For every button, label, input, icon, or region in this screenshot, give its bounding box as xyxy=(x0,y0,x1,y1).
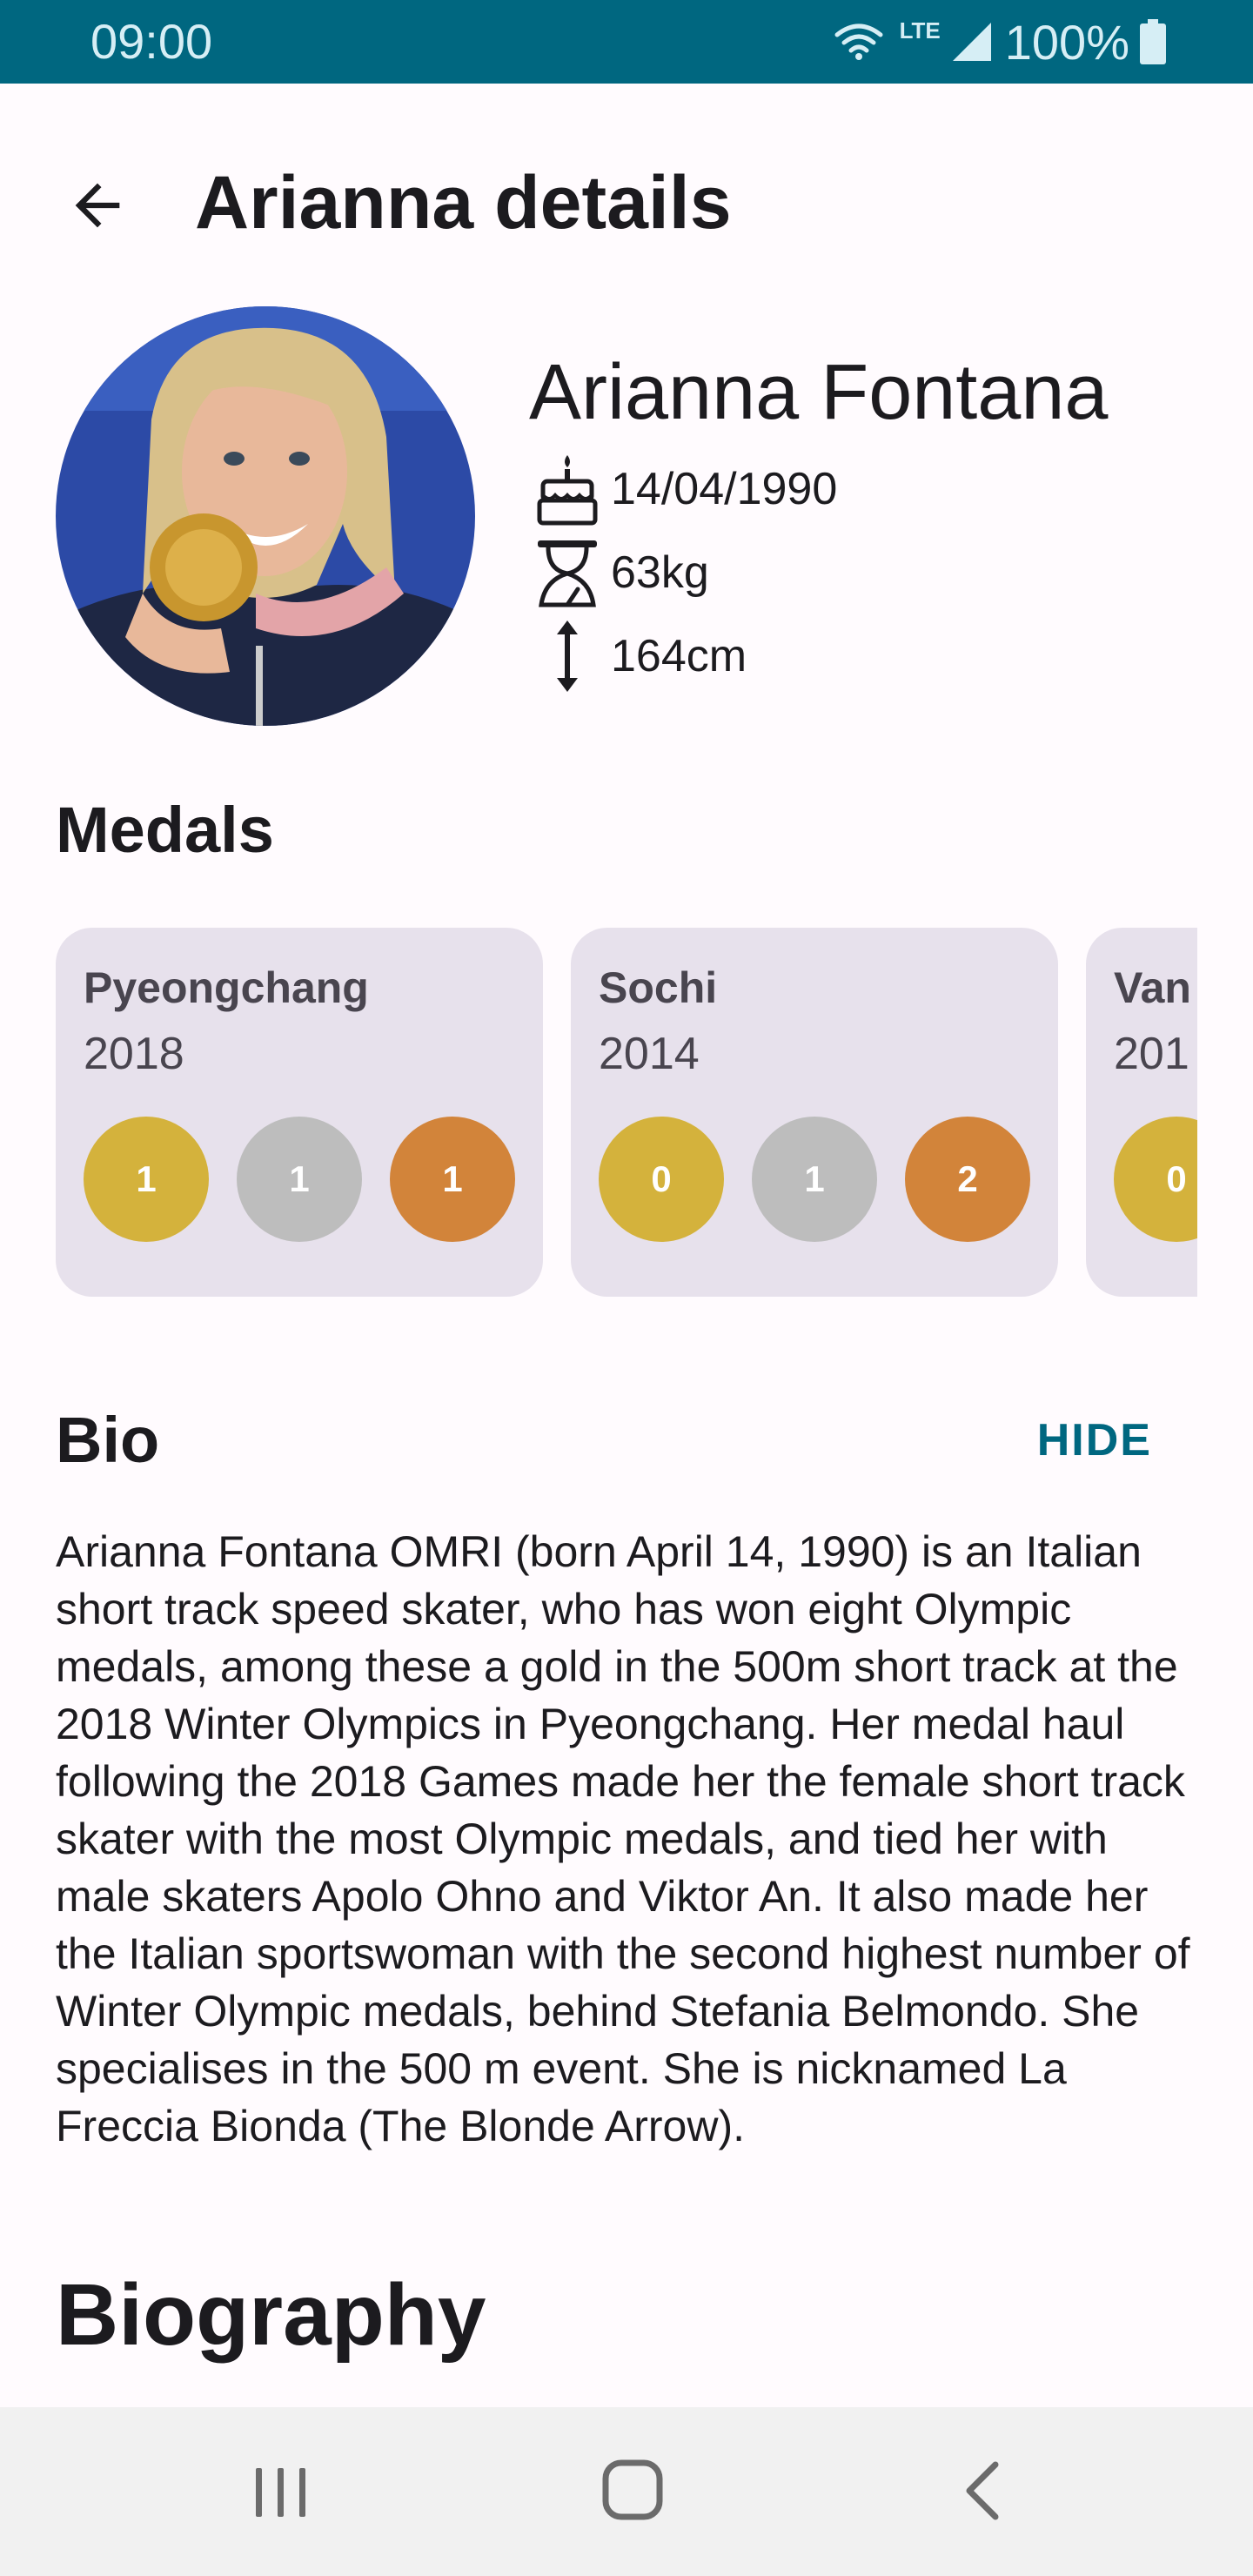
system-navigation-bar xyxy=(0,2407,1253,2576)
top-app-bar: Arianna details xyxy=(0,84,1253,313)
athlete-photo xyxy=(56,306,475,726)
height-row: 164cm xyxy=(533,614,747,698)
wifi-icon xyxy=(834,23,883,60)
network-type: LTE xyxy=(899,17,941,44)
gold-medal-count: 0 xyxy=(1114,1117,1197,1242)
birth-date: 14/04/1990 xyxy=(611,464,838,514)
gold-medal-count: 0 xyxy=(599,1117,724,1242)
medals-heading: Medals xyxy=(56,794,274,866)
arrow-back-icon xyxy=(75,183,120,228)
signal-icon xyxy=(952,23,991,61)
height-value: 164cm xyxy=(611,631,747,681)
games-year: 2014 xyxy=(599,1029,700,1079)
birth-date-row: 14/04/1990 xyxy=(533,447,837,531)
home-icon[interactable] xyxy=(600,2458,667,2524)
medal-card-pyeongchang[interactable]: Pyeongchang 2018 1 1 1 xyxy=(56,928,543,1297)
page-title: Arianna details xyxy=(195,161,732,245)
athlete-avatar xyxy=(56,306,475,726)
medal-card-vancouver[interactable]: Van 201 0 xyxy=(1086,928,1197,1297)
gold-medal-count: 1 xyxy=(84,1117,209,1242)
battery-icon xyxy=(1140,19,1166,64)
athlete-details-screen: 09:00 LTE 100% Arianna details Arianna F… xyxy=(0,0,1253,2576)
status-time: 09:00 xyxy=(90,14,213,69)
weight-value: 63kg xyxy=(611,547,709,598)
bronze-medal-count: 1 xyxy=(390,1117,515,1242)
weight-scale-icon xyxy=(538,540,597,607)
bio-heading: Bio xyxy=(56,1404,160,1476)
athlete-name: Arianna Fontana xyxy=(529,349,1109,436)
bio-text: Arianna Fontana OMRI (born April 14, 199… xyxy=(56,1527,1190,2150)
games-year: 201 xyxy=(1114,1029,1189,1079)
games-year: 2018 xyxy=(84,1029,184,1079)
weight-row: 63kg xyxy=(533,531,709,614)
medals-carousel[interactable]: Pyeongchang 2018 1 1 1 Sochi 2014 0 1 2 … xyxy=(56,928,1197,1297)
nav-back-icon[interactable] xyxy=(961,2458,1004,2524)
status-indicators: LTE 100% xyxy=(834,12,1166,71)
back-button[interactable] xyxy=(49,157,146,254)
height-arrow-icon xyxy=(557,621,578,692)
silver-medal-count: 1 xyxy=(752,1117,877,1242)
biography-heading: Biography xyxy=(56,2266,486,2364)
battery-percentage: 100% xyxy=(1004,14,1129,70)
games-name: Pyeongchang xyxy=(84,963,369,1012)
birthday-cake-icon xyxy=(537,455,598,526)
status-bar: 09:00 LTE 100% xyxy=(0,0,1253,84)
silver-medal-count: 1 xyxy=(237,1117,362,1242)
games-name: Sochi xyxy=(599,963,718,1012)
bronze-medal-count: 2 xyxy=(905,1117,1030,1242)
games-name: Van xyxy=(1114,963,1191,1012)
recent-apps-icon[interactable] xyxy=(249,2463,313,2520)
medal-card-sochi[interactable]: Sochi 2014 0 1 2 xyxy=(571,928,1058,1297)
hide-bio-button[interactable]: HIDE xyxy=(1037,1410,1152,1471)
